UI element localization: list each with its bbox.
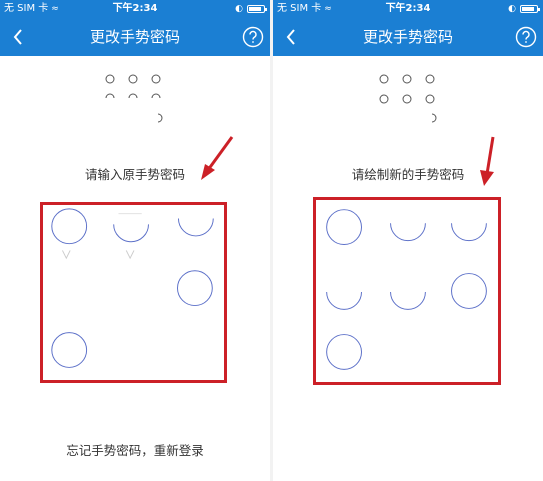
red-arrow-annotation — [201, 136, 234, 180]
help-question-icon[interactable] — [515, 26, 537, 48]
forgot-gesture-link[interactable]: 忘记手势密码，重新登录 — [0, 440, 270, 459]
help-question-icon[interactable] — [242, 26, 264, 48]
gesture-dot-2[interactable] — [113, 224, 149, 243]
gesture-dot-3[interactable] — [451, 223, 487, 242]
gesture-pad[interactable] — [313, 197, 501, 385]
status-time: 下午2:34 — [112, 3, 158, 14]
gesture-dot-3[interactable] — [177, 218, 214, 237]
gesture-dot-1[interactable] — [326, 209, 362, 246]
red-arrow-annotation — [480, 136, 495, 186]
screen-draw-new-gesture: 无 SIM 卡 ≈ 下午2:34 ◐ 更改手势密码 请绘制新的手势密码 — [273, 0, 543, 481]
battery-icon — [520, 5, 540, 13]
nav-bar: 更改手势密码 — [273, 18, 543, 56]
gesture-dot-6[interactable] — [177, 270, 213, 307]
gesture-dot-6[interactable] — [451, 273, 487, 309]
page-title: 更改手势密码 — [89, 28, 180, 46]
gesture-dot-5[interactable] — [390, 291, 426, 310]
page-title: 更改手势密码 — [362, 28, 453, 46]
status-bar: 无 SIM 卡 ≈ 下午2:34 ◐ — [0, 0, 270, 18]
gesture-dot-7[interactable] — [326, 334, 362, 370]
status-bar: 无 SIM 卡 ≈ 下午2:34 ◐ — [273, 0, 543, 18]
gesture-dot-7[interactable] — [51, 332, 88, 368]
battery-icon — [247, 5, 267, 13]
gesture-dot-1[interactable] — [51, 208, 88, 245]
screen-verify-old-gesture: 无 SIM 卡 ≈ 下午2:34 ◐ 更改手势密码 请输入原手势密码 忘记手势密… — [0, 0, 270, 481]
gesture-dot-4[interactable] — [326, 291, 362, 310]
status-time: 下午2:34 — [385, 3, 431, 14]
nav-bar: 更改手势密码 — [0, 18, 270, 56]
lock-rotation-icon: ◐ — [508, 4, 516, 14]
lock-rotation-icon: ◐ — [235, 4, 243, 14]
gesture-dot-2[interactable] — [390, 223, 426, 242]
gesture-pad[interactable] — [40, 202, 227, 383]
